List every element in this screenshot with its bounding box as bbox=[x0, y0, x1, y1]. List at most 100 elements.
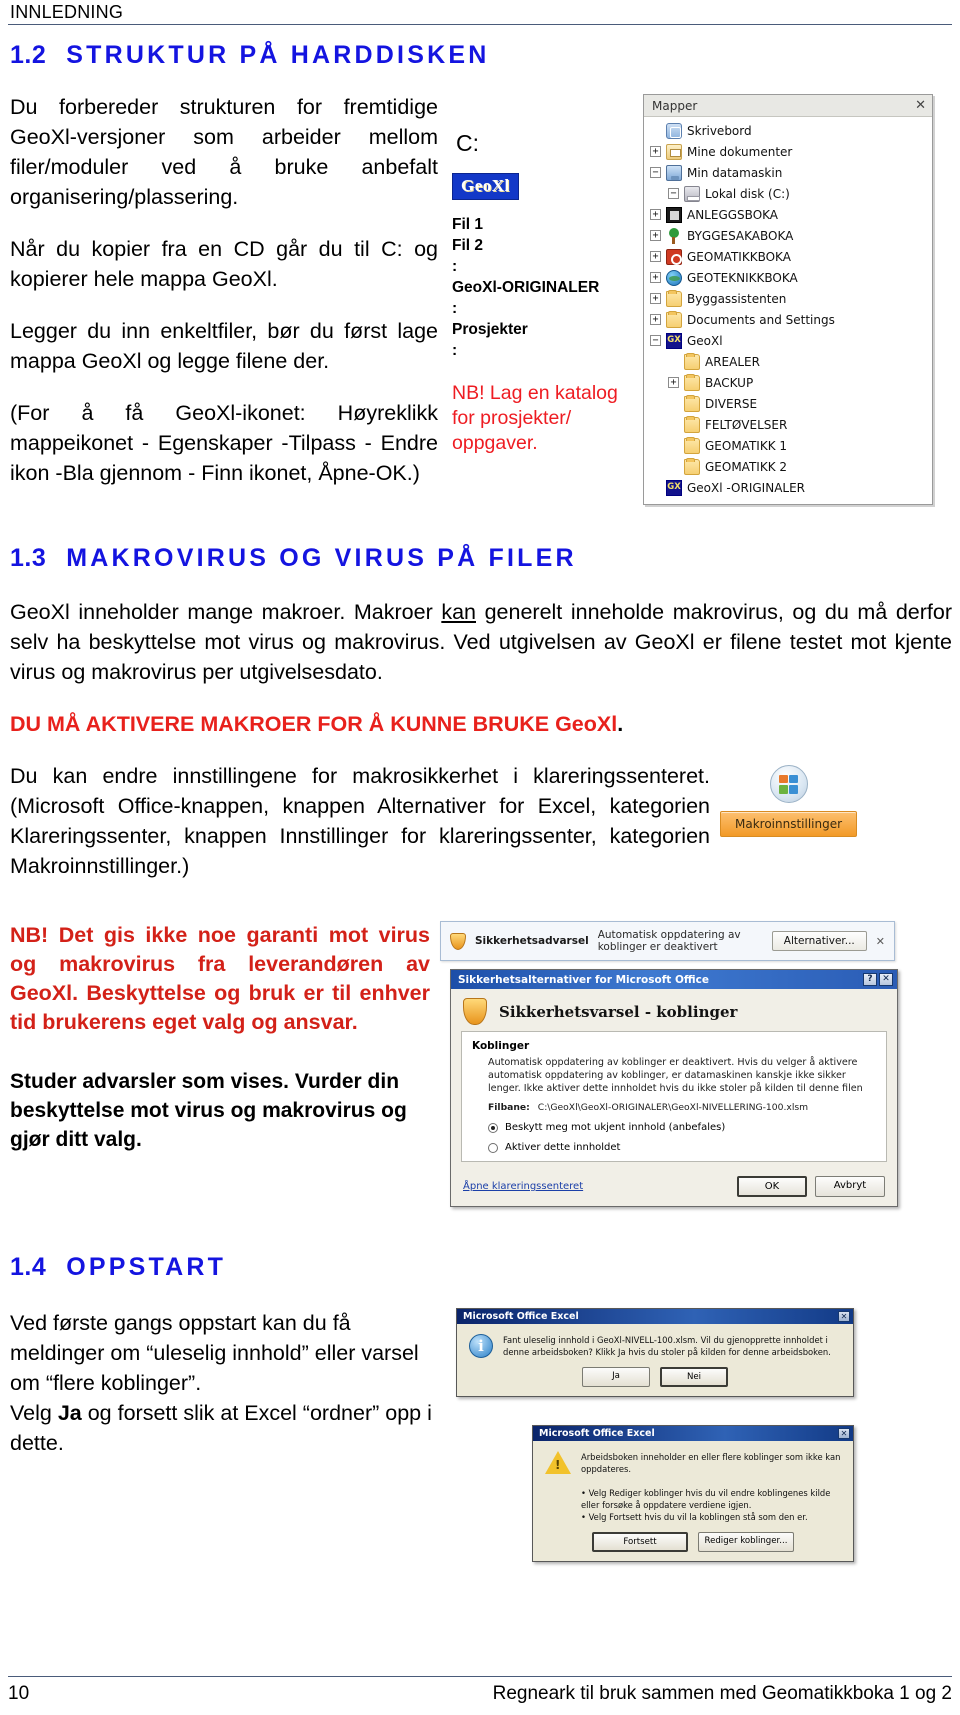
section-title: STRUKTUR PÅ HARDDISKEN bbox=[66, 41, 490, 69]
paragraph-oppstart-b: Velg Ja og forsett slik at Excel “ordner… bbox=[10, 1398, 440, 1458]
folder-tree-node[interactable]: − Min datamaskin bbox=[644, 162, 932, 183]
folder-tree-node[interactable]: + ANLEGGSBOKA bbox=[644, 204, 932, 225]
folder-tree-node[interactable]: + GEOMATIKKBOKA bbox=[644, 246, 932, 267]
section-number: 1.3 bbox=[10, 544, 47, 572]
folder-tree-node[interactable]: AREALER bbox=[644, 351, 932, 372]
shield-icon bbox=[450, 932, 466, 950]
folder-tree-node[interactable]: GEOMATIKK 2 bbox=[644, 456, 932, 477]
folder-structure-diagram: C: GeoXl Fil 1 Fil 2 : GeoXl-ORIGINALER … bbox=[438, 92, 643, 510]
paragraph-3: Legger du inn enkeltfiler, bør du først … bbox=[10, 319, 438, 373]
folder-tree-node[interactable]: GX GeoXl -ORIGINALER bbox=[644, 477, 932, 498]
documents-icon bbox=[666, 143, 682, 160]
continue-button[interactable]: Fortsett bbox=[592, 1532, 688, 1552]
collapse-icon[interactable]: − bbox=[668, 188, 679, 199]
expand-icon[interactable]: + bbox=[650, 314, 661, 325]
ok-button[interactable]: OK bbox=[737, 1176, 807, 1197]
close-icon[interactable]: ✕ bbox=[838, 1428, 850, 1439]
footer-row: 10 Regneark til bruk sammen med Geomatik… bbox=[8, 1677, 952, 1705]
radio-icon[interactable] bbox=[488, 1142, 498, 1153]
expand-icon[interactable]: + bbox=[650, 251, 661, 262]
radio-option-enable[interactable]: Aktiver dette innholdet bbox=[472, 1142, 876, 1153]
dialog-titlebar: Microsoft Office Excel ✕ bbox=[533, 1426, 853, 1441]
radio-option-protect[interactable]: Beskytt meg mot ukjent innhold (anbefale… bbox=[472, 1122, 876, 1133]
folder-tree-node[interactable]: + GEOTEKNIKKBOKA bbox=[644, 267, 932, 288]
paragraph-oppstart-a: Ved første gangs oppstart kan du få meld… bbox=[10, 1311, 419, 1395]
folders-pane-titlebar: Mapper ✕ bbox=[644, 95, 932, 117]
help-icon[interactable]: ? bbox=[863, 973, 877, 986]
structure-item: : bbox=[452, 300, 458, 317]
warning-bar-message: Automatisk oppdatering av koblinger er d… bbox=[597, 929, 741, 953]
close-icon[interactable]: ✕ bbox=[838, 1311, 850, 1322]
section-1-4-text: Ved første gangs oppstart kan du få meld… bbox=[10, 1308, 440, 1562]
close-icon[interactable]: ✕ bbox=[876, 935, 885, 948]
folder-tree-node[interactable]: + Byggassistenten bbox=[644, 288, 932, 309]
close-icon[interactable]: ✕ bbox=[915, 98, 926, 113]
nb-note: NB! Lag en katalog for prosjekter/ oppga… bbox=[452, 382, 618, 454]
expand-icon[interactable]: + bbox=[650, 293, 661, 304]
expand-icon[interactable]: + bbox=[650, 146, 661, 157]
desktop-icon bbox=[666, 122, 682, 139]
makroinnstillinger-button[interactable]: Makroinnstillinger bbox=[720, 811, 858, 837]
alternativer-button[interactable]: Alternativer... bbox=[771, 931, 867, 951]
office-button-icon[interactable] bbox=[769, 765, 808, 803]
section-heading-1-4: 1.4 OPPSTART bbox=[10, 1253, 952, 1282]
excel-dialog-screenshots: Microsoft Office Excel ✕ i Fant uleselig… bbox=[456, 1308, 854, 1562]
page-footer: 10 Regneark til bruk sammen med Geomatik… bbox=[8, 1676, 952, 1705]
section-heading-1-3: 1.3 MAKROVIRUS OG VIRUS PÅ FILER bbox=[10, 544, 952, 573]
security-warning-bar: Sikkerhetsadvarsel Automatisk oppdaterin… bbox=[440, 921, 895, 961]
folder-tree-node[interactable]: + BACKUP bbox=[644, 372, 932, 393]
cancel-button[interactable]: Avbryt bbox=[815, 1176, 885, 1197]
folder-tree-node[interactable]: + Mine dokumenter bbox=[644, 141, 932, 162]
makro-text-a: GeoXl inneholder mange makroer. Makroer bbox=[10, 600, 442, 624]
folder-tree-label: GeoXl -ORIGINALER bbox=[687, 480, 806, 495]
folder-tree-label: Skrivebord bbox=[687, 123, 752, 138]
collapse-icon[interactable]: − bbox=[650, 335, 661, 346]
dialog-message: Arbeidsboken inneholder en eller flere k… bbox=[581, 1451, 841, 1523]
expand-icon[interactable]: + bbox=[650, 230, 661, 241]
expand-icon[interactable]: + bbox=[650, 209, 661, 220]
structure-item: : bbox=[452, 258, 458, 275]
radio-icon[interactable] bbox=[488, 1122, 498, 1133]
folder-tree[interactable]: Skrivebord + Mine dokumenter − Min datamaski… bbox=[644, 117, 932, 504]
folder-tree-node[interactable]: FELTØVELSER bbox=[644, 414, 932, 435]
folder-tree-node[interactable]: Skrivebord bbox=[644, 120, 932, 141]
oppstart-bold: Ja bbox=[57, 1401, 82, 1425]
expand-icon[interactable]: + bbox=[650, 272, 661, 283]
folder-icon bbox=[684, 373, 700, 391]
folder-tree-node[interactable]: + Documents and Settings bbox=[644, 309, 932, 330]
open-trust-center-link[interactable]: Åpne klareringssenteret bbox=[463, 1181, 583, 1192]
folder-tree-node[interactable]: DIVERSE bbox=[644, 393, 932, 414]
dialog-title: Microsoft Office Excel bbox=[463, 1311, 579, 1322]
radio-label: Beskytt meg mot ukjent innhold (anbefale… bbox=[505, 1122, 726, 1133]
excel-dialog-links: Microsoft Office Excel ✕ Arbeidsboken in… bbox=[532, 1425, 854, 1562]
close-icon[interactable]: ✕ bbox=[879, 973, 893, 986]
folder-icon bbox=[684, 352, 700, 370]
folder-tree-label: AREALER bbox=[705, 354, 760, 369]
folder-tree-node[interactable]: − GX GeoXl bbox=[644, 330, 932, 351]
section-title: OPPSTART bbox=[66, 1253, 227, 1281]
no-button[interactable]: Nei bbox=[660, 1367, 728, 1387]
folder-tree-label: Min datamaskin bbox=[687, 165, 783, 180]
paragraph-klarering: Du kan endre innstillingene for makrosik… bbox=[10, 764, 710, 878]
folder-tree-node[interactable]: − Lokal disk (C:) bbox=[644, 183, 932, 204]
folder-tree-label: Documents and Settings bbox=[687, 312, 835, 327]
expand-icon[interactable]: + bbox=[668, 377, 679, 388]
collapse-icon[interactable]: − bbox=[650, 167, 661, 178]
red-emphasis-line: DU MÅ AKTIVERE MAKROER FOR Å KUNNE BRUKE… bbox=[10, 712, 624, 736]
folder-tree-label: BYGGESAKABOKA bbox=[687, 228, 794, 243]
folder-icon bbox=[684, 415, 700, 433]
dialog-bullet-2: • Velg Fortsett hvis du vil la koblingen… bbox=[581, 1512, 808, 1522]
folder-tree-label: Mine dokumenter bbox=[687, 144, 793, 159]
structure-item: Fil 2 bbox=[452, 237, 484, 254]
folder-tree-node[interactable]: + BYGGESAKABOKA bbox=[644, 225, 932, 246]
edit-links-button[interactable]: Rediger koblinger... bbox=[698, 1532, 794, 1552]
dialog-buttons: Ja Nei bbox=[457, 1362, 853, 1396]
oppstart-text-1: Velg bbox=[10, 1401, 58, 1425]
yes-button[interactable]: Ja bbox=[582, 1367, 650, 1387]
folder-tree-node[interactable]: GEOMATIKK 1 bbox=[644, 435, 932, 456]
warning-icon bbox=[545, 1451, 571, 1474]
structure-item: Prosjekter bbox=[452, 321, 528, 338]
